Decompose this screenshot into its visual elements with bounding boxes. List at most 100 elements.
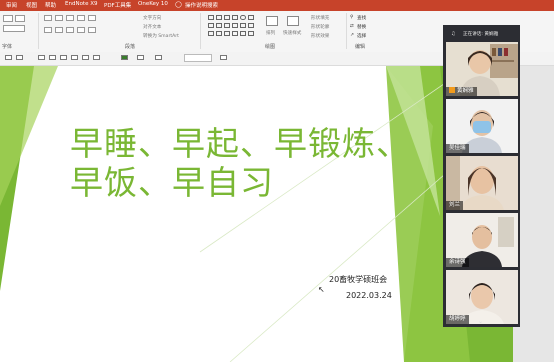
font-group-label: 字体 <box>2 44 13 50</box>
select-button[interactable]: 选择 <box>357 33 366 39</box>
toolbar-effects-icon[interactable] <box>155 55 162 60</box>
select-icon: ↗ <box>350 33 354 38</box>
align-right-icon[interactable] <box>66 27 74 33</box>
drawing-group-label: 绘图 <box>265 44 276 50</box>
speaking-header: ♫ 正在讲话: 黄娴雅 <box>446 29 518 39</box>
shape-curve-icon[interactable] <box>208 31 214 36</box>
slide-date[interactable]: 2022.03.24 <box>346 291 392 300</box>
toolbar-size-field[interactable] <box>184 54 212 62</box>
paragraph-group-label: 段落 <box>125 44 136 50</box>
replace-button[interactable]: 替换 <box>357 24 366 30</box>
video-tile-4[interactable]: 余诗强 <box>446 213 518 267</box>
ribbon-separator <box>200 13 201 49</box>
shape-callout-icon[interactable] <box>248 23 254 28</box>
scroll-more-icon[interactable]: ⌄ <box>478 318 483 325</box>
shape-rectangle-icon[interactable] <box>232 15 238 20</box>
shape-outline-button[interactable]: 形状轮廓 <box>311 24 329 30</box>
shape-heart-icon[interactable] <box>232 31 238 36</box>
video-tile-2[interactable]: 吴佳瑞 <box>446 99 518 153</box>
tab-view[interactable]: 视图 <box>26 1 37 9</box>
shape-bracket-icon[interactable] <box>224 31 230 36</box>
shape-right-arrow-icon[interactable] <box>216 23 222 28</box>
increase-indent-icon[interactable] <box>77 15 85 21</box>
decrease-indent-icon[interactable] <box>66 15 74 21</box>
tab-help[interactable]: 帮助 <box>45 1 56 9</box>
toolbar-shape-icon[interactable] <box>5 55 12 60</box>
font-size-up-icon[interactable] <box>3 15 13 22</box>
shape-star-icon[interactable] <box>232 23 238 28</box>
text-direction-button[interactable]: 文字方向 <box>143 15 161 21</box>
bullets-icon[interactable] <box>44 15 52 21</box>
slide-title[interactable]: 早睡、早起、早锻炼、 早饭、早自习 <box>70 124 410 202</box>
align-text-button[interactable]: 对齐文本 <box>143 24 161 30</box>
toolbar-distribute-icon[interactable] <box>49 55 56 60</box>
shape-oval-icon[interactable] <box>240 15 246 20</box>
toolbar-shape2-icon[interactable] <box>16 55 23 60</box>
participant-name-2: 吴佳瑞 <box>446 144 469 153</box>
shape-rounded-rect-icon[interactable] <box>208 23 214 28</box>
shape-effects-button[interactable]: 形状效果 <box>311 33 329 39</box>
slide-title-line-1: 早睡、早起、早锻炼、 <box>70 124 410 163</box>
line-spacing-icon[interactable] <box>88 15 96 21</box>
participant-name-1: 黄娴雅 <box>446 87 477 96</box>
shape-lightning-icon[interactable] <box>240 31 246 36</box>
video-tile-1[interactable]: 黄娴雅 <box>446 42 518 96</box>
participant-name-5: 胡婷婷 <box>446 315 469 324</box>
ribbon-separator <box>346 13 347 49</box>
shape-textbox-icon[interactable] <box>208 15 214 20</box>
shape-brace-icon[interactable] <box>240 23 246 28</box>
shape-arrow-icon[interactable] <box>224 15 230 20</box>
justify-icon[interactable] <box>77 27 85 33</box>
tab-pdf-tools[interactable]: PDF工具集 <box>104 1 131 9</box>
font-size-down-icon[interactable] <box>15 15 25 22</box>
slide-background-shapes <box>0 66 513 362</box>
slide[interactable]: 早睡、早起、早锻炼、 早饭、早自习 20畜牧学硕班会 2022.03.24 ↖ <box>0 66 513 362</box>
replace-icon: ⇄ <box>350 24 354 29</box>
toolbar-flip-icon[interactable] <box>82 55 89 60</box>
arrange-icon[interactable] <box>266 16 278 26</box>
speaking-status: 正在讲话: 黄娴雅 <box>463 32 499 37</box>
font-color-icon[interactable] <box>3 25 25 32</box>
lightbulb-icon: ◯ <box>175 1 182 8</box>
video-tile-3[interactable]: 刘兰 <box>446 156 518 210</box>
mouse-cursor-icon: ↖ <box>318 285 325 294</box>
tell-me-search[interactable]: 操作说明搜索 <box>185 1 218 9</box>
quick-styles-icon[interactable] <box>287 16 299 26</box>
tab-review[interactable]: 审阅 <box>6 1 17 9</box>
left-light-accent <box>0 66 58 206</box>
shape-arc-icon[interactable] <box>216 31 222 36</box>
find-button[interactable]: 查找 <box>357 15 366 21</box>
shape-triangle-icon[interactable] <box>248 15 254 20</box>
ribbon-tab-bar: 审阅 视图 帮助 EndNote X9 PDF工具集 OneKey 10 ◯ 操… <box>0 0 554 11</box>
participant-name-4: 余诗强 <box>446 258 469 267</box>
shape-line-icon[interactable] <box>216 15 222 20</box>
find-icon: ⚲ <box>350 15 354 20</box>
toolbar-line-icon[interactable] <box>137 55 144 60</box>
ribbon-separator <box>38 13 39 49</box>
convert-smartart-button[interactable]: 转换为 SmartArt <box>143 33 179 39</box>
tab-endnote[interactable]: EndNote X9 <box>65 1 98 7</box>
quick-styles-button[interactable]: 快速样式 <box>283 30 301 36</box>
toolbar-rotate-icon[interactable] <box>71 55 78 60</box>
shape-more-icon[interactable] <box>248 31 254 36</box>
toolbar-order-icon[interactable] <box>93 55 100 60</box>
tab-onekey[interactable]: OneKey 10 <box>138 1 168 7</box>
shape-chevron-icon[interactable] <box>224 23 230 28</box>
numbering-icon[interactable] <box>55 15 63 21</box>
shape-fill-button[interactable]: 形状填充 <box>311 15 329 21</box>
align-center-icon[interactable] <box>55 27 63 33</box>
toolbar-align-icon[interactable] <box>38 55 45 60</box>
video-tile-5[interactable]: 胡婷婷 <box>446 270 518 324</box>
editing-group-label: 编辑 <box>355 44 366 50</box>
speaker-icon: ♫ <box>451 31 456 37</box>
toolbar-link-icon[interactable] <box>220 55 227 60</box>
slide-subtitle[interactable]: 20畜牧学硕班会 <box>329 274 387 285</box>
slide-title-line-2: 早饭、早自习 <box>70 163 274 202</box>
toolbar-fill-color-icon[interactable] <box>121 55 128 60</box>
video-panel: ♫ 正在讲话: 黄娴雅 黄娴雅 吴佳瑞 刘兰 余诗强 胡婷婷 ⌄ <box>443 25 520 327</box>
host-badge-icon <box>449 87 455 93</box>
arrange-button[interactable]: 排列 <box>266 30 275 36</box>
toolbar-group-icon[interactable] <box>60 55 67 60</box>
columns-icon[interactable] <box>88 27 96 33</box>
align-left-icon[interactable] <box>44 27 52 33</box>
